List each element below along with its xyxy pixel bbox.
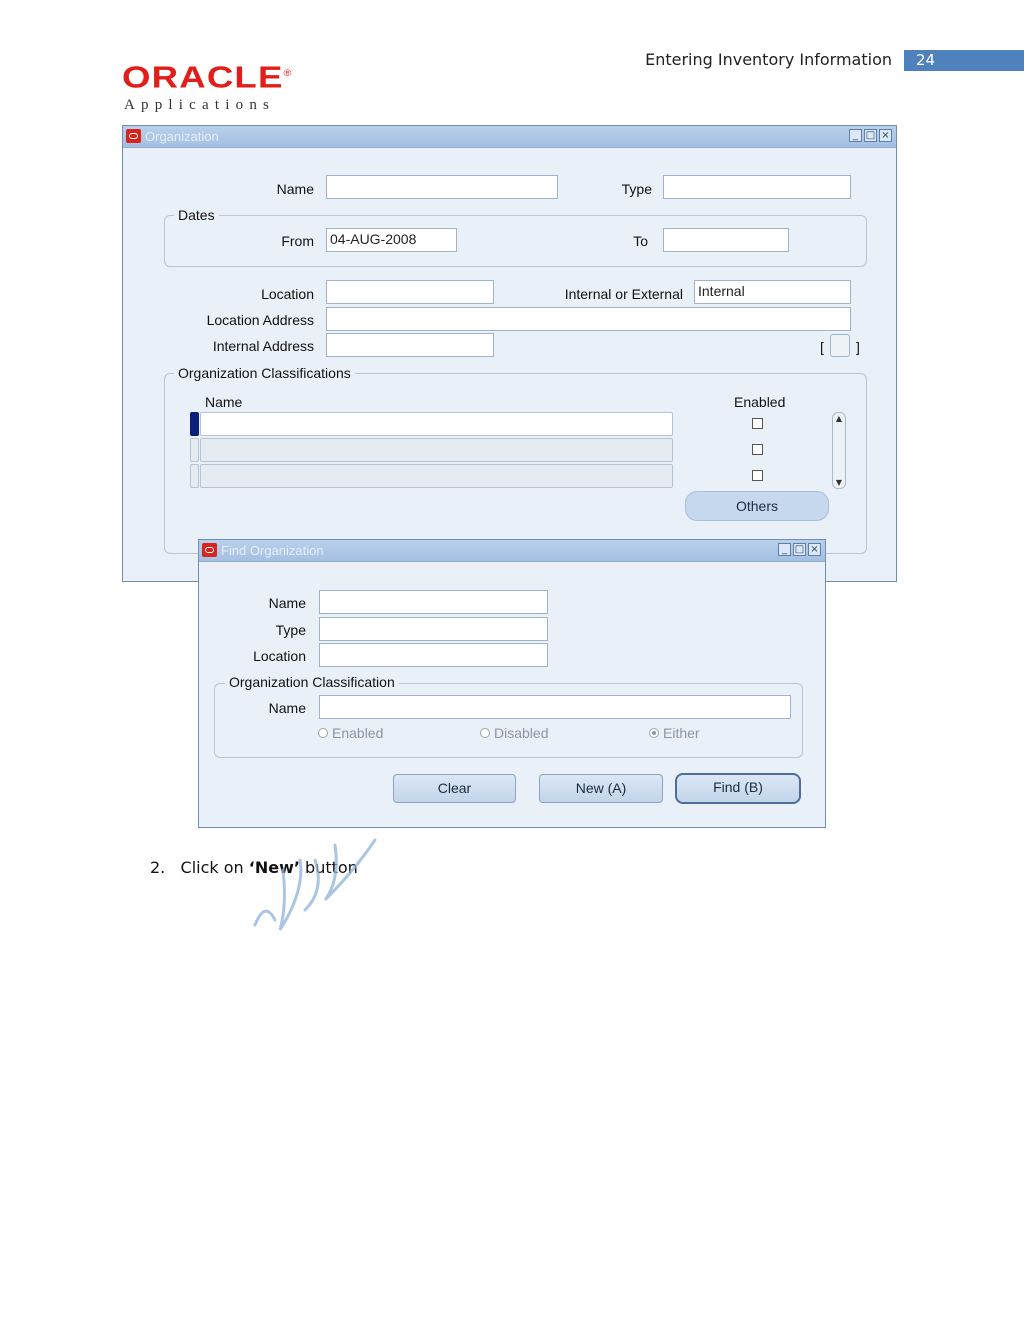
to-date-field[interactable] bbox=[663, 228, 789, 252]
from-label: From bbox=[281, 233, 314, 249]
internal-address-label: Internal Address bbox=[212, 338, 314, 354]
oracle-app-icon bbox=[126, 129, 141, 143]
location-field[interactable] bbox=[326, 280, 494, 304]
classifications-scrollbar[interactable]: ▲ ▼ bbox=[832, 412, 846, 489]
flexfield-bracket-open: [ bbox=[820, 339, 824, 355]
minimize-icon[interactable]: _ bbox=[778, 543, 791, 556]
flexfield-bracket-close: ] bbox=[856, 339, 860, 355]
classification-name-field[interactable] bbox=[200, 464, 673, 488]
location-label: Location bbox=[261, 286, 314, 302]
radio-enabled[interactable]: Enabled bbox=[318, 725, 383, 741]
minimize-icon[interactable]: _ bbox=[849, 129, 862, 142]
scroll-down-icon[interactable]: ▼ bbox=[834, 478, 844, 487]
internal-external-label: Internal or External bbox=[564, 286, 683, 302]
radio-selected-icon bbox=[649, 728, 659, 738]
descriptive-flexfield[interactable] bbox=[830, 334, 850, 357]
type-label: Type bbox=[621, 181, 652, 197]
name-field[interactable] bbox=[326, 175, 558, 199]
internal-external-field[interactable]: Internal bbox=[694, 280, 851, 304]
type-field[interactable] bbox=[663, 175, 851, 199]
find-location-field[interactable] bbox=[319, 643, 548, 667]
others-button[interactable]: Others bbox=[685, 491, 829, 521]
step-text-pre: Click on bbox=[180, 858, 249, 877]
radio-either[interactable]: Either bbox=[649, 725, 700, 741]
scroll-up-icon[interactable]: ▲ bbox=[834, 414, 844, 423]
window-title: Organization bbox=[145, 129, 219, 144]
step-number: 2. bbox=[150, 858, 166, 877]
find-class-name-field[interactable] bbox=[319, 695, 791, 719]
radio-button-icon bbox=[318, 728, 328, 738]
organization-title-bar[interactable]: Organization _ □ × bbox=[123, 126, 896, 148]
classification-name-field[interactable] bbox=[200, 438, 673, 462]
find-type-field[interactable] bbox=[319, 617, 548, 641]
window-title: Find Organization bbox=[221, 543, 324, 558]
radio-disabled[interactable]: Disabled bbox=[480, 725, 548, 741]
clear-button[interactable]: Clear bbox=[393, 774, 516, 803]
row-indicator[interactable] bbox=[190, 412, 199, 436]
page-number: 24 bbox=[904, 50, 1024, 71]
find-organization-title-bar[interactable]: Find Organization _ □ × bbox=[199, 540, 825, 562]
find-classification-legend: Organization Classification bbox=[225, 674, 399, 690]
location-address-label: Location Address bbox=[206, 312, 314, 328]
find-location-label: Location bbox=[253, 648, 306, 664]
oracle-logo: ORACLE® Applications bbox=[122, 58, 291, 114]
oracle-app-icon bbox=[202, 543, 217, 557]
find-type-label: Type bbox=[275, 622, 306, 638]
maximize-icon[interactable]: □ bbox=[864, 129, 877, 142]
close-icon[interactable]: × bbox=[879, 129, 892, 142]
radio-button-icon bbox=[480, 728, 490, 738]
enabled-checkbox[interactable] bbox=[752, 470, 763, 481]
location-address-field[interactable] bbox=[326, 307, 851, 331]
organization-window: Organization _ □ × Name Type Dates From … bbox=[122, 125, 897, 582]
internal-address-field[interactable] bbox=[326, 333, 494, 357]
column-header-enabled: Enabled bbox=[734, 394, 786, 410]
column-header-name: Name bbox=[205, 394, 243, 410]
name-label: Name bbox=[276, 181, 314, 197]
row-indicator[interactable] bbox=[190, 438, 199, 462]
classification-name-field[interactable] bbox=[200, 412, 673, 436]
enabled-checkbox[interactable] bbox=[752, 444, 763, 455]
find-button[interactable]: Find (B) bbox=[675, 773, 801, 804]
logo-wordmark: ORACLE® bbox=[122, 59, 293, 95]
logo-subtitle: Applications bbox=[124, 97, 276, 114]
find-name-label: Name bbox=[268, 595, 306, 611]
enabled-checkbox[interactable] bbox=[752, 418, 763, 429]
watermark-scribble bbox=[253, 838, 377, 931]
close-icon[interactable]: × bbox=[808, 543, 821, 556]
to-label: To bbox=[633, 233, 648, 249]
maximize-icon[interactable]: □ bbox=[793, 543, 806, 556]
find-organization-window: Find Organization _ □ × Name Type Locati… bbox=[198, 539, 826, 828]
find-name-field[interactable] bbox=[319, 590, 548, 614]
row-indicator[interactable] bbox=[190, 464, 199, 488]
from-date-field[interactable]: 04-AUG-2008 bbox=[326, 228, 457, 252]
dates-legend: Dates bbox=[174, 207, 219, 223]
page-header-title: Entering Inventory Information bbox=[645, 50, 892, 69]
find-class-name-label: Name bbox=[268, 700, 306, 716]
new-button[interactable]: New (A) bbox=[539, 774, 663, 803]
classifications-legend: Organization Classifications bbox=[174, 365, 355, 381]
